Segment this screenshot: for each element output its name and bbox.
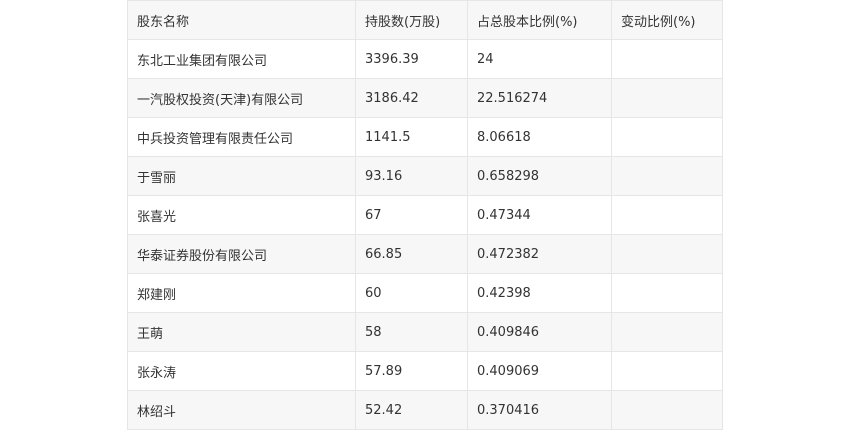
table-row: 于雪丽 93.16 0.658298: [127, 156, 723, 196]
cell-shareholder-name: 于雪丽: [127, 156, 356, 196]
cell-shareholder-name: 王萌: [127, 312, 356, 352]
cell-change-ratio: [611, 39, 723, 79]
table-header-row: 股东名称 持股数(万股) 占总股本比例(%) 变动比例(%): [127, 0, 723, 40]
cell-shares-held: 93.16: [355, 156, 468, 196]
cell-share-ratio: 8.06618: [467, 117, 612, 157]
cell-shares-held: 66.85: [355, 234, 468, 274]
cell-change-ratio: [611, 312, 723, 352]
cell-shareholder-name: 张永涛: [127, 351, 356, 391]
cell-change-ratio: [611, 390, 723, 430]
table-row: 张喜光 67 0.47344: [127, 195, 723, 235]
cell-change-ratio: [611, 234, 723, 274]
cell-change-ratio: [611, 351, 723, 391]
cell-shareholder-name: 华泰证券股份有限公司: [127, 234, 356, 274]
cell-change-ratio: [611, 117, 723, 157]
cell-shares-held: 3396.39: [355, 39, 468, 79]
cell-shares-held: 67: [355, 195, 468, 235]
cell-shares-held: 58: [355, 312, 468, 352]
table-row: 张永涛 57.89 0.409069: [127, 351, 723, 391]
cell-change-ratio: [611, 195, 723, 235]
table-row: 郑建刚 60 0.42398: [127, 273, 723, 313]
table-row: 王萌 58 0.409846: [127, 312, 723, 352]
cell-share-ratio: 0.472382: [467, 234, 612, 274]
table-row: 华泰证券股份有限公司 66.85 0.472382: [127, 234, 723, 274]
header-share-ratio: 占总股本比例(%): [467, 0, 612, 40]
cell-share-ratio: 0.47344: [467, 195, 612, 235]
cell-share-ratio: 0.42398: [467, 273, 612, 313]
cell-share-ratio: 0.409846: [467, 312, 612, 352]
cell-shareholder-name: 张喜光: [127, 195, 356, 235]
cell-shareholder-name: 东北工业集团有限公司: [127, 39, 356, 79]
cell-shareholder-name: 中兵投资管理有限责任公司: [127, 117, 356, 157]
table-row: 东北工业集团有限公司 3396.39 24: [127, 39, 723, 79]
shareholder-table-container: 股东名称 持股数(万股) 占总股本比例(%) 变动比例(%) 东北工业集团有限公…: [127, 0, 723, 430]
cell-shareholder-name: 一汽股权投资(天津)有限公司: [127, 78, 356, 118]
cell-shareholder-name: 林绍斗: [127, 390, 356, 430]
table-row: 一汽股权投资(天津)有限公司 3186.42 22.516274: [127, 78, 723, 118]
cell-shares-held: 52.42: [355, 390, 468, 430]
shareholder-table: 股东名称 持股数(万股) 占总股本比例(%) 变动比例(%) 东北工业集团有限公…: [127, 0, 723, 430]
cell-share-ratio: 0.409069: [467, 351, 612, 391]
cell-change-ratio: [611, 156, 723, 196]
header-shares-held: 持股数(万股): [355, 0, 468, 40]
cell-change-ratio: [611, 78, 723, 118]
cell-share-ratio: 0.658298: [467, 156, 612, 196]
cell-shareholder-name: 郑建刚: [127, 273, 356, 313]
cell-change-ratio: [611, 273, 723, 313]
header-shareholder-name: 股东名称: [127, 0, 356, 40]
cell-share-ratio: 24: [467, 39, 612, 79]
cell-shares-held: 3186.42: [355, 78, 468, 118]
cell-shares-held: 57.89: [355, 351, 468, 391]
cell-share-ratio: 22.516274: [467, 78, 612, 118]
table-row: 中兵投资管理有限责任公司 1141.5 8.06618: [127, 117, 723, 157]
cell-share-ratio: 0.370416: [467, 390, 612, 430]
cell-shares-held: 1141.5: [355, 117, 468, 157]
cell-shares-held: 60: [355, 273, 468, 313]
table-row: 林绍斗 52.42 0.370416: [127, 390, 723, 430]
header-change-ratio: 变动比例(%): [611, 0, 723, 40]
